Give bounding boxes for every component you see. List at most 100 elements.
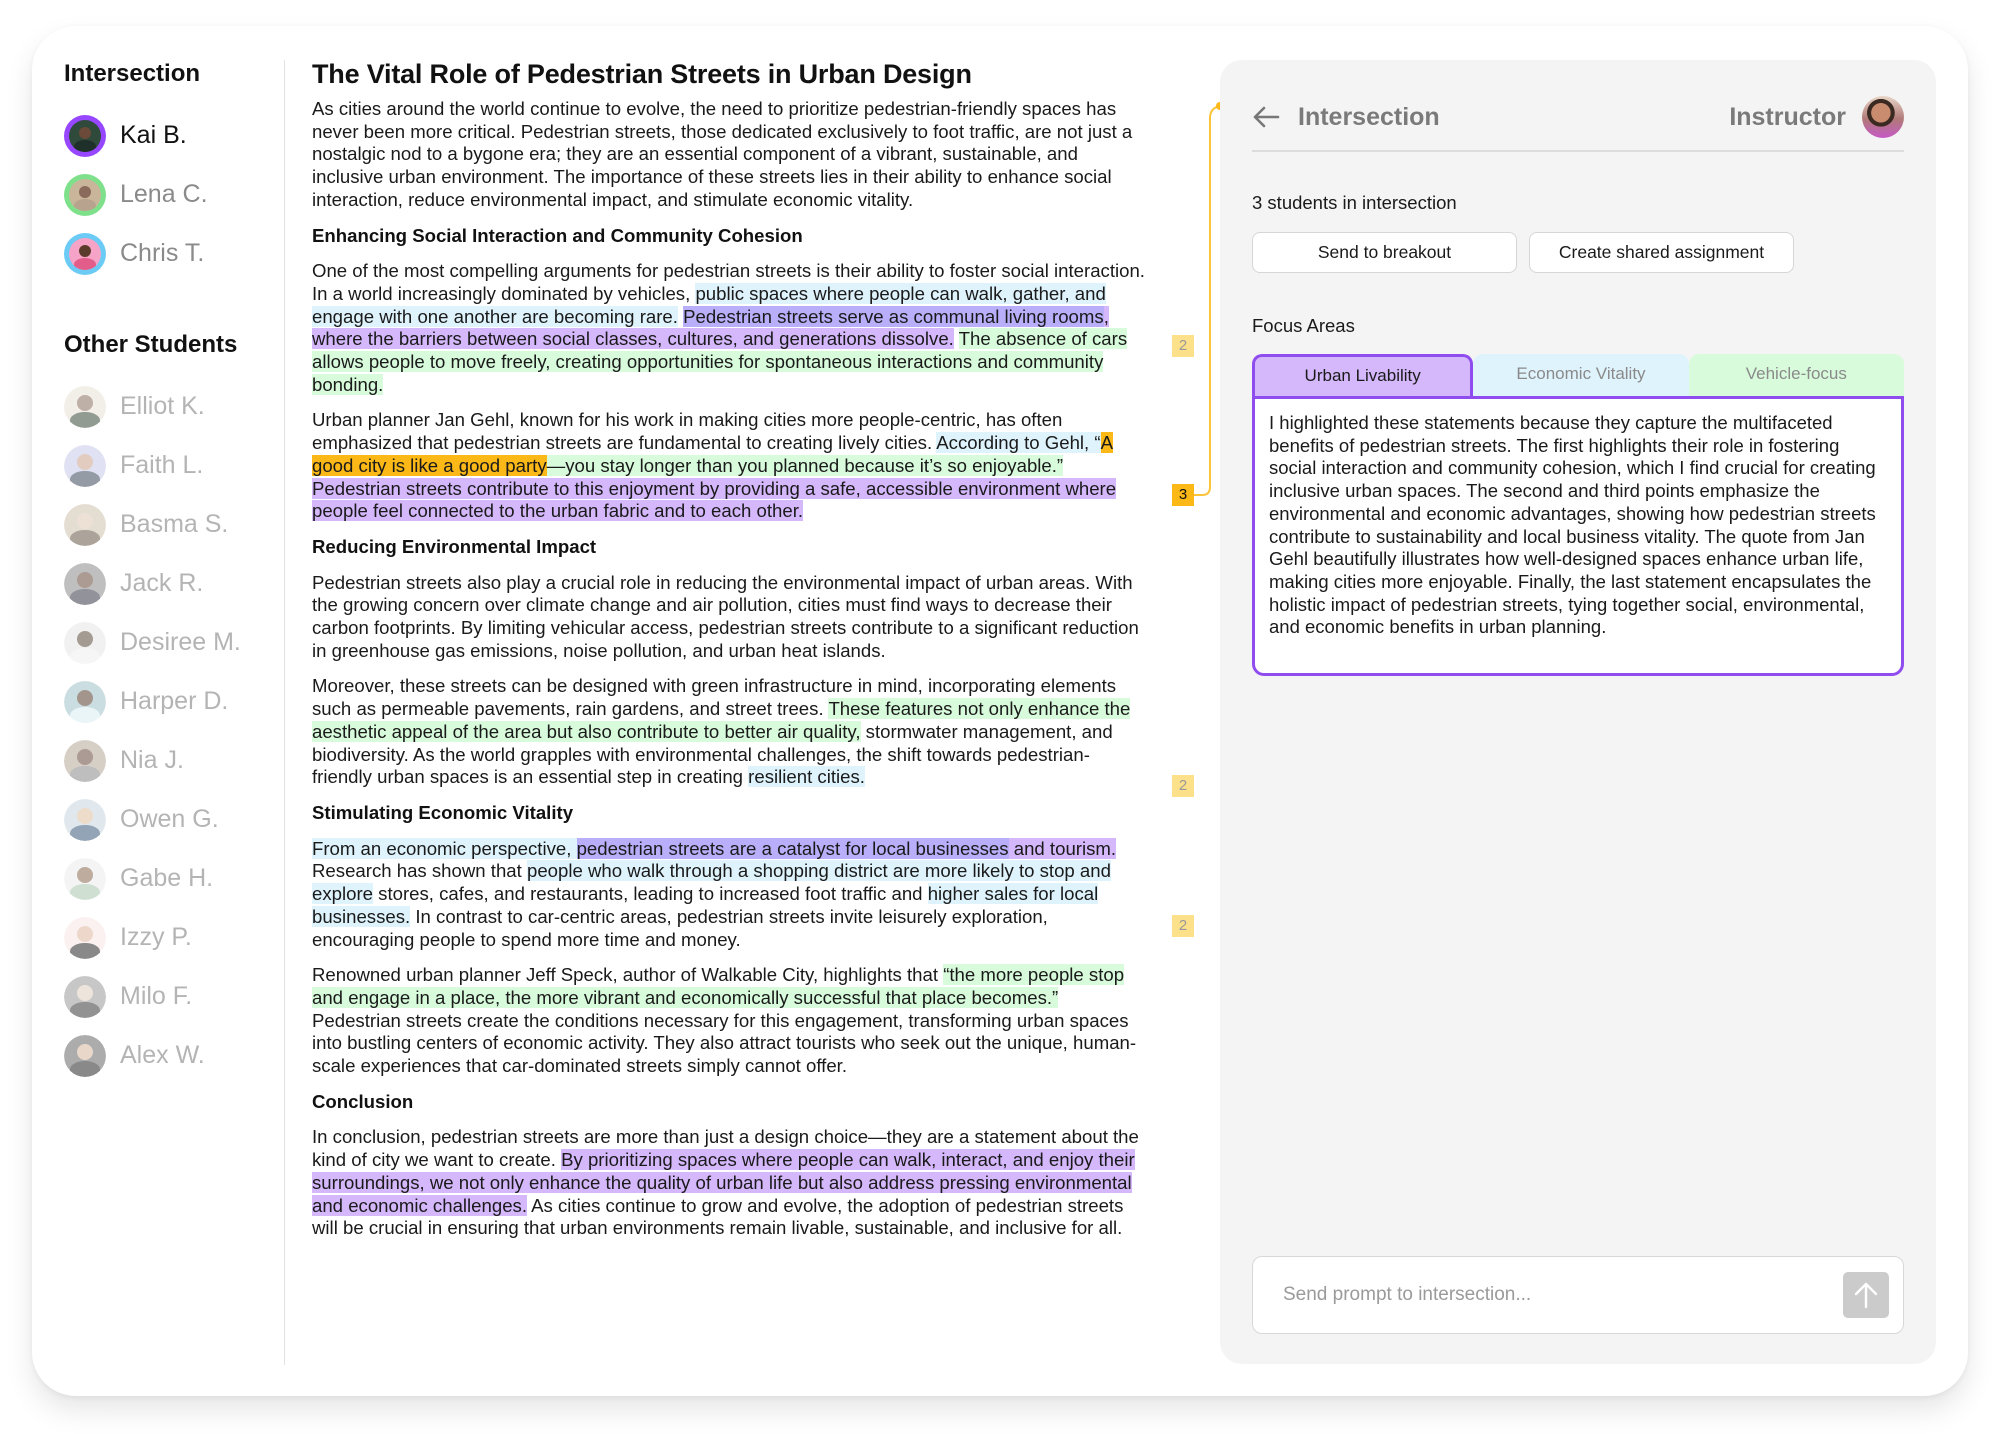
focus-area-explanation: I highlighted these statements because t… bbox=[1252, 396, 1904, 676]
create-shared-assignment-button[interactable]: Create shared assignment bbox=[1529, 232, 1794, 273]
highlight-purple[interactable]: Pedestrian streets contribute to this en… bbox=[312, 477, 1117, 522]
article-paragraph: From an economic perspective, pedestrian… bbox=[312, 837, 1146, 952]
student-name: Alex W. bbox=[120, 1041, 205, 1069]
action-buttons: Send to breakout Create shared assignmen… bbox=[1252, 232, 1794, 273]
avatar bbox=[64, 798, 106, 841]
other-student-list: Elliot K. Faith L. Basma S. Jack R. Desiree … bbox=[64, 377, 284, 1085]
student-sidebar: Intersection Kai B. Lena C. Chris T. Other… bbox=[64, 56, 284, 1085]
student-name: Milo F. bbox=[120, 982, 193, 1010]
focus-area-tabs: Urban Livability Economic Vitality Vehic… bbox=[1252, 354, 1904, 396]
avatar bbox=[64, 1034, 106, 1077]
avatar bbox=[64, 173, 106, 216]
text-segment: Renowned urban planner Jeff Speck, autho… bbox=[312, 964, 944, 986]
student-name: Basma S. bbox=[120, 510, 229, 538]
intersection-student[interactable]: Lena C. bbox=[64, 165, 284, 224]
other-student[interactable]: Alex W. bbox=[64, 1026, 284, 1085]
highlight-mix[interactable]: Pedestrian streets serve as communal liv… bbox=[683, 305, 1104, 327]
avatar bbox=[64, 916, 106, 959]
highlight-count-marker[interactable]: 2 bbox=[1172, 915, 1194, 937]
student-name: Elliot K. bbox=[120, 392, 205, 420]
student-name: Desiree M. bbox=[120, 628, 241, 656]
avatar bbox=[64, 975, 106, 1018]
focus-areas-label: Focus Areas bbox=[1252, 315, 1355, 336]
section-heading: Reducing Environmental Impact bbox=[312, 535, 597, 557]
article: The Vital Role of Pedestrian Streets in … bbox=[312, 56, 1146, 1253]
other-student[interactable]: Owen G. bbox=[64, 790, 284, 849]
student-name: Harper D. bbox=[120, 687, 229, 715]
other-student[interactable]: Nia J. bbox=[64, 731, 284, 790]
send-prompt-button[interactable] bbox=[1843, 1272, 1889, 1318]
article-intro: As cities around the world continue to e… bbox=[312, 98, 1133, 210]
intersection-student[interactable]: Kai B. bbox=[64, 106, 284, 165]
avatar bbox=[64, 114, 106, 157]
prompt-input[interactable] bbox=[1283, 1257, 1823, 1333]
highlight-green[interactable]: —you stay longer than you planned becaus… bbox=[546, 454, 1064, 476]
intersection-panel: Intersection Instructor 3 students in in… bbox=[1220, 60, 1936, 1364]
prompt-box bbox=[1252, 1256, 1904, 1334]
arrow-left-icon[interactable] bbox=[1252, 102, 1282, 132]
student-name: Lena C. bbox=[120, 180, 208, 208]
sidebar-divider bbox=[284, 60, 285, 1365]
text-segment: Research has shown that bbox=[312, 860, 527, 882]
highlight-blue[interactable]: According to Gehl, “ bbox=[936, 432, 1101, 454]
avatar bbox=[64, 385, 106, 428]
highlight-blue[interactable]: resilient cities. bbox=[748, 766, 865, 788]
student-count-label: 3 students in intersection bbox=[1252, 192, 1457, 213]
student-name: Faith L. bbox=[120, 451, 204, 479]
article-paragraph: One of the most compelling arguments for… bbox=[312, 260, 1146, 396]
article-title: The Vital Role of Pedestrian Streets in … bbox=[312, 59, 972, 89]
section-heading: Conclusion bbox=[312, 1090, 414, 1112]
header-divider bbox=[1252, 150, 1904, 152]
text-segment: In contrast to car-centric areas, pedest… bbox=[312, 905, 1048, 950]
other-student[interactable]: Harper D. bbox=[64, 672, 284, 731]
text-segment: stores, cafes, and restaurants, leading … bbox=[372, 883, 928, 905]
avatar bbox=[64, 444, 106, 487]
student-name: Nia J. bbox=[120, 746, 184, 774]
intersection-heading: Intersection bbox=[64, 60, 201, 87]
student-name: Owen G. bbox=[120, 805, 219, 833]
text-segment: Pedestrian streets create the conditions… bbox=[312, 1009, 1137, 1077]
intersection-student-list: Kai B. Lena C. Chris T. bbox=[64, 106, 284, 283]
highlight-blue[interactable]: From an economic perspective, bbox=[312, 837, 577, 859]
tab-economic-vitality[interactable]: Economic Vitality bbox=[1473, 354, 1689, 396]
intersection-student[interactable]: Chris T. bbox=[64, 224, 284, 283]
other-student[interactable]: Gabe H. bbox=[64, 849, 284, 908]
arrow-up-icon bbox=[1854, 1282, 1878, 1309]
other-student[interactable]: Basma S. bbox=[64, 495, 284, 554]
panel-title: Intersection bbox=[1298, 102, 1440, 131]
article-paragraph: In conclusion, pedestrian streets are mo… bbox=[312, 1126, 1146, 1240]
student-name: Izzy P. bbox=[120, 923, 192, 951]
panel-header: Intersection Instructor bbox=[1252, 95, 1904, 139]
highlight-purple[interactable]: and tourism. bbox=[1008, 837, 1117, 859]
other-students-heading: Other Students bbox=[64, 331, 238, 358]
other-student[interactable]: Izzy P. bbox=[64, 908, 284, 967]
other-student[interactable]: Desiree M. bbox=[64, 613, 284, 672]
text-segment: Pedestrian streets also play a crucial r… bbox=[312, 571, 1139, 661]
avatar bbox=[64, 739, 106, 782]
article-paragraph: Pedestrian streets also play a crucial r… bbox=[312, 572, 1146, 663]
instructor-avatar[interactable] bbox=[1862, 96, 1904, 138]
article-paragraph: Moreover, these streets can be designed … bbox=[312, 675, 1146, 789]
tab-urban-livability[interactable]: Urban Livability bbox=[1252, 354, 1474, 396]
section-heading: Stimulating Economic Vitality bbox=[312, 801, 574, 823]
avatar bbox=[64, 857, 106, 900]
article-sections: Enhancing Social Interaction and Communi… bbox=[312, 225, 1146, 1240]
other-student[interactable]: Milo F. bbox=[64, 967, 284, 1026]
other-student[interactable]: Jack R. bbox=[64, 554, 284, 613]
send-to-breakout-button[interactable]: Send to breakout bbox=[1252, 232, 1517, 273]
highlight-mix[interactable]: pedestrian streets are a catalyst for lo… bbox=[576, 837, 1009, 859]
avatar bbox=[64, 232, 106, 275]
avatar bbox=[64, 680, 106, 723]
article-paragraph: Renowned urban planner Jeff Speck, autho… bbox=[312, 964, 1146, 1078]
highlight-count-marker-active[interactable]: 3 bbox=[1172, 484, 1194, 506]
highlight-count-marker[interactable]: 2 bbox=[1172, 775, 1194, 797]
other-student[interactable]: Faith L. bbox=[64, 436, 284, 495]
tab-vehicle-focus[interactable]: Vehicle-focus bbox=[1688, 354, 1904, 396]
avatar bbox=[64, 503, 106, 546]
article-paragraph: Urban planner Jan Gehl, known for his wo… bbox=[312, 409, 1146, 523]
avatar bbox=[64, 621, 106, 664]
highlight-count-marker[interactable]: 2 bbox=[1172, 335, 1194, 357]
section-heading: Enhancing Social Interaction and Communi… bbox=[312, 224, 803, 246]
other-student[interactable]: Elliot K. bbox=[64, 377, 284, 436]
student-name: Jack R. bbox=[120, 569, 204, 597]
